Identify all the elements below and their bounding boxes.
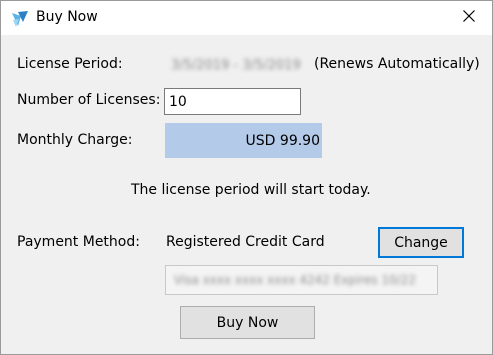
number-of-licenses-input[interactable] bbox=[164, 88, 301, 115]
close-button[interactable] bbox=[446, 1, 492, 35]
title-bar: Buy Now bbox=[1, 1, 492, 35]
buy-now-button[interactable]: Buy Now bbox=[180, 306, 315, 339]
buy-now-button-label: Buy Now bbox=[216, 314, 279, 331]
change-payment-button[interactable]: Change bbox=[378, 227, 464, 258]
number-of-licenses-label: Number of Licenses: bbox=[17, 92, 161, 108]
card-details-text: Visa xxxx xxxx xxxx 4242 Expires 10/22 bbox=[174, 273, 417, 287]
monthly-charge-amount: USD 99.90 bbox=[245, 132, 320, 149]
app-logo-icon bbox=[11, 10, 29, 28]
payment-method-label: Payment Method: bbox=[17, 234, 140, 250]
buy-now-dialog: Buy Now License Period: 3/5/2019 - 3/5/2… bbox=[0, 0, 493, 355]
license-period-label: License Period: bbox=[17, 56, 123, 72]
card-details-box: Visa xxxx xxxx xxxx 4242 Expires 10/22 bbox=[165, 265, 438, 295]
renews-note: (Renews Automatically) bbox=[314, 56, 480, 72]
license-period-value: 3/5/2019 - 3/5/2019 bbox=[171, 58, 301, 73]
license-start-notice: The license period will start today. bbox=[131, 182, 371, 198]
monthly-charge-value: USD 99.90 bbox=[165, 123, 322, 158]
window-title: Buy Now bbox=[36, 9, 98, 25]
close-icon[interactable] bbox=[463, 10, 475, 26]
payment-method-value: Registered Credit Card bbox=[166, 234, 325, 250]
change-button-label: Change bbox=[394, 234, 448, 251]
monthly-charge-label: Monthly Charge: bbox=[17, 132, 133, 148]
